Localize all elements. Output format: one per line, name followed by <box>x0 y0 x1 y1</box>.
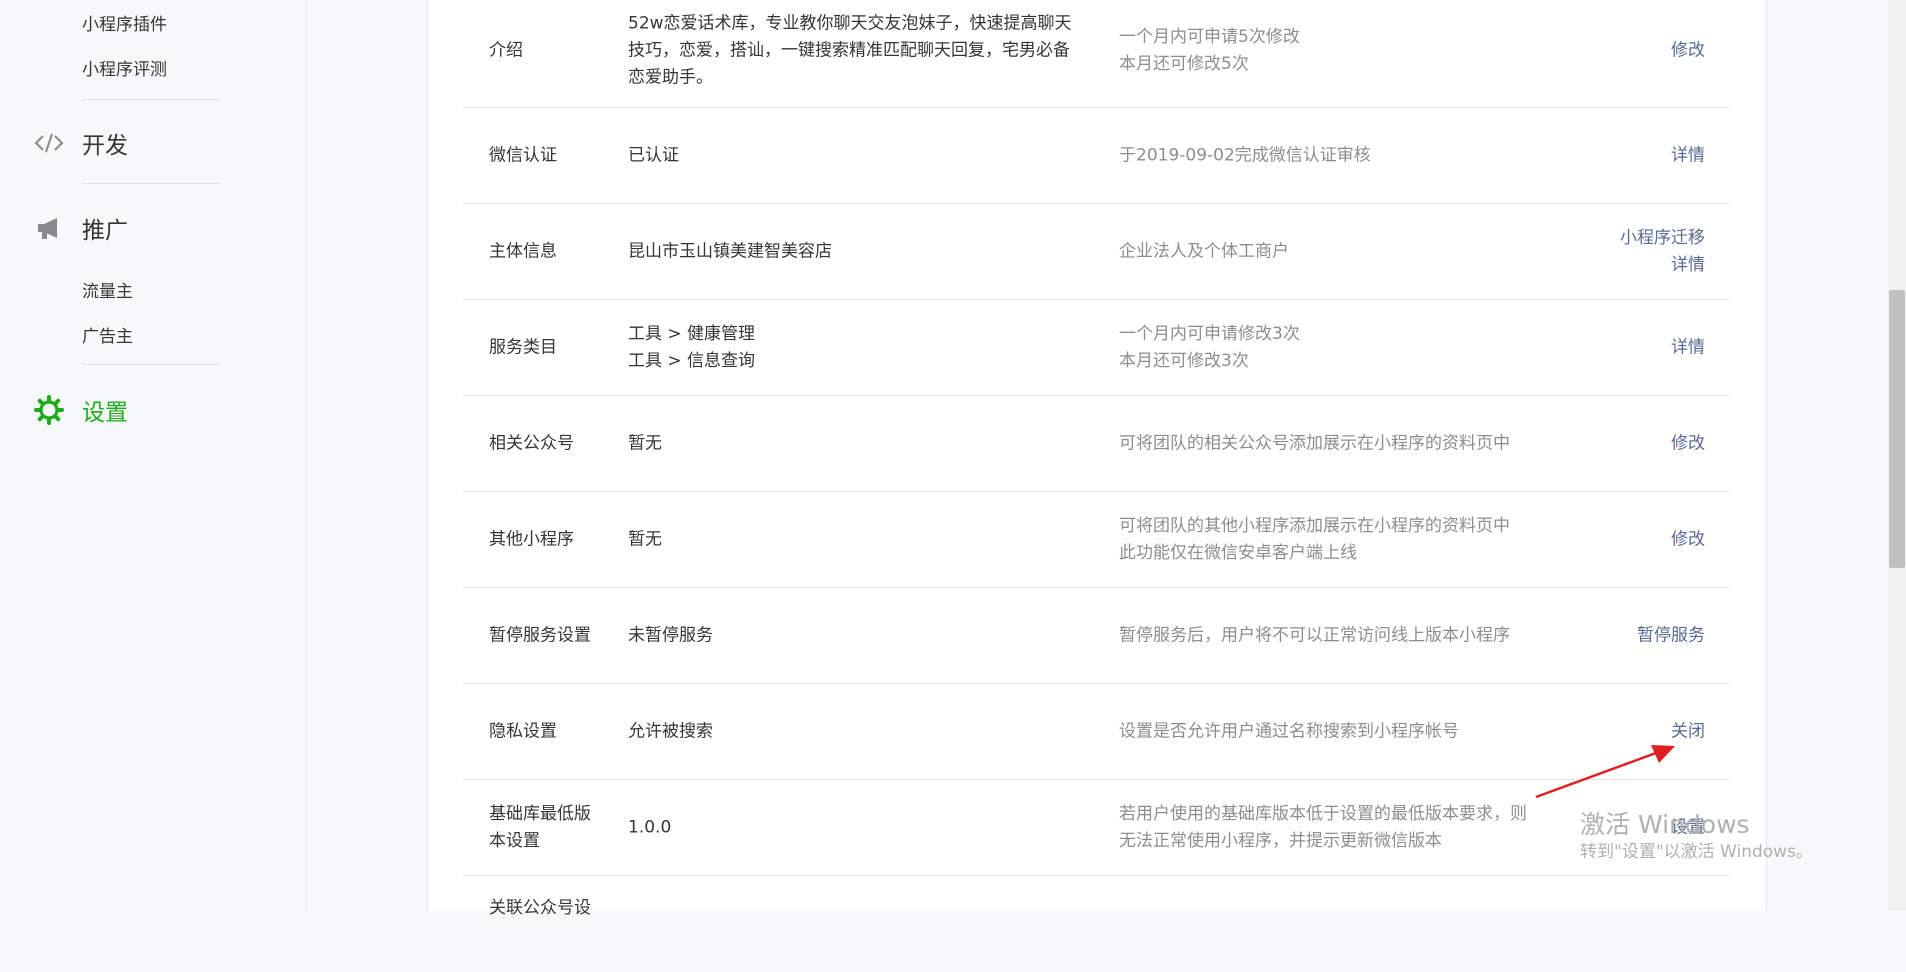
row-label: 暂停服务设置 <box>489 625 591 645</box>
table-row-linked-accounts: 关联公众号设 <box>463 876 1731 972</box>
table-row-service-category: 服务类目 工具 > 健康管理 工具 > 信息查询 一个月内可申请修改3次 本月还… <box>463 300 1731 396</box>
row-description: 一个月内可申请修改3次 本月还可修改3次 <box>1119 323 1300 371</box>
table-row-suspend-service: 暂停服务设置 未暂停服务 暂停服务后，用户将不可以正常访问线上版本小程序 暂停服… <box>463 588 1731 684</box>
modify-other-miniprograms-link[interactable]: 修改 <box>1671 526 1705 553</box>
row-label: 隐私设置 <box>489 721 557 741</box>
row-actions: 小程序迁移 详情 <box>1620 225 1705 279</box>
table-row-wechat-verification: 微信认证 已认证 于2019-09-02完成微信认证审核 详情 <box>463 108 1731 204</box>
verification-details-link[interactable]: 详情 <box>1671 142 1705 169</box>
row-description: 于2019-09-02完成微信认证审核 <box>1119 145 1371 165</box>
sidebar-section-dev-label: 开发 <box>82 133 128 159</box>
modify-intro-link[interactable]: 修改 <box>1671 37 1705 64</box>
sidebar-divider <box>82 99 220 100</box>
sidebar-section-settings[interactable]: 设置 <box>32 393 128 427</box>
privacy-close-link[interactable]: 关闭 <box>1671 718 1705 745</box>
row-actions: 详情 <box>1671 334 1705 361</box>
row-value: 暂无 <box>628 433 662 453</box>
table-row-related-accounts: 相关公众号 暂无 可将团队的相关公众号添加展示在小程序的资料页中 修改 <box>463 396 1731 492</box>
row-value: 昆山市玉山镇美建智美容店 <box>628 241 832 261</box>
suspend-service-link[interactable]: 暂停服务 <box>1637 622 1705 649</box>
row-label: 相关公众号 <box>489 433 574 453</box>
sidebar-divider <box>82 364 220 365</box>
row-label: 基础库最低版 本设置 <box>489 803 591 851</box>
table-row-min-library-version: 基础库最低版 本设置 1.0.0 若用户使用的基础库版本低于设置的最低版本要求，… <box>463 780 1731 876</box>
sidebar-item-advertiser[interactable]: 广告主 <box>82 322 133 347</box>
row-value: 工具 > 健康管理 工具 > 信息查询 <box>628 323 756 371</box>
set-min-version-link[interactable]: 设置 <box>1671 814 1705 841</box>
row-actions: 关闭 <box>1671 718 1705 745</box>
row-description: 可将团队的相关公众号添加展示在小程序的资料页中 <box>1119 433 1510 453</box>
row-actions: 修改 <box>1671 430 1705 457</box>
row-description: 设置是否允许用户通过名称搜索到小程序帐号 <box>1119 721 1459 741</box>
table-row-other-miniprograms: 其他小程序 暂无 可将团队的其他小程序添加展示在小程序的资料页中 此功能仅在微信… <box>463 492 1731 588</box>
gear-icon <box>32 393 66 427</box>
row-actions: 修改 <box>1671 526 1705 553</box>
sidebar-section-promo[interactable]: 推广 <box>32 211 128 245</box>
row-label: 微信认证 <box>489 145 557 165</box>
row-label: 关联公众号设 <box>489 898 591 918</box>
row-label: 介绍 <box>489 40 523 60</box>
row-value: 暂无 <box>628 529 662 549</box>
row-actions: 修改 <box>1671 37 1705 64</box>
sidebar: 小程序插件 小程序评测 开发 推广 流量主 广告主 设置 <box>0 0 307 911</box>
table-row-entity-info: 主体信息 昆山市玉山镇美建智美容店 企业法人及个体工商户 小程序迁移 详情 <box>463 204 1731 300</box>
sidebar-item-evaluation[interactable]: 小程序评测 <box>82 55 167 80</box>
row-label: 服务类目 <box>489 337 557 357</box>
row-description: 若用户使用的基础库版本低于设置的最低版本要求，则 无法正常使用小程序，并提示更新… <box>1119 803 1527 851</box>
row-value: 1.0.0 <box>628 817 672 837</box>
scrollbar-thumb[interactable] <box>1889 290 1905 568</box>
code-icon <box>32 126 66 160</box>
modify-related-accounts-link[interactable]: 修改 <box>1671 430 1705 457</box>
sidebar-item-traffic-owner[interactable]: 流量主 <box>82 277 133 302</box>
row-description: 暂停服务后，用户将不可以正常访问线上版本小程序 <box>1119 625 1510 645</box>
row-value: 52w恋爱话术库，专业教你聊天交友泡妹子，快速提高聊天 技巧，恋爱，搭讪，一键搜… <box>628 13 1072 87</box>
row-value: 已认证 <box>628 145 679 165</box>
table-row-privacy: 隐私设置 允许被搜索 设置是否允许用户通过名称搜索到小程序帐号 关闭 <box>463 684 1731 780</box>
table-row-intro: 介绍 52w恋爱话术库，专业教你聊天交友泡妹子，快速提高聊天 技巧，恋爱，搭讪，… <box>463 0 1731 108</box>
row-actions: 暂停服务 <box>1637 622 1705 649</box>
sidebar-section-promo-label: 推广 <box>82 218 128 244</box>
miniprogram-migration-link[interactable]: 小程序迁移 <box>1620 225 1705 252</box>
entity-details-link[interactable]: 详情 <box>1620 252 1705 279</box>
megaphone-icon <box>32 211 66 245</box>
content-gutter <box>307 0 427 911</box>
row-actions: 详情 <box>1671 142 1705 169</box>
category-details-link[interactable]: 详情 <box>1671 334 1705 361</box>
row-label: 其他小程序 <box>489 529 574 549</box>
sidebar-divider <box>82 183 220 184</box>
row-description: 一个月内可申请5次修改 本月还可修改5次 <box>1119 26 1300 74</box>
sidebar-section-dev[interactable]: 开发 <box>32 126 128 160</box>
row-description: 企业法人及个体工商户 <box>1119 241 1289 261</box>
sidebar-item-plugins[interactable]: 小程序插件 <box>82 10 167 35</box>
sidebar-section-settings-label: 设置 <box>82 400 128 426</box>
row-actions: 设置 <box>1671 814 1705 841</box>
row-value: 允许被搜索 <box>628 721 713 741</box>
row-label: 主体信息 <box>489 241 557 261</box>
row-value: 未暂停服务 <box>628 625 713 645</box>
row-description: 可将团队的其他小程序添加展示在小程序的资料页中 此功能仅在微信安卓客户端上线 <box>1119 515 1510 563</box>
